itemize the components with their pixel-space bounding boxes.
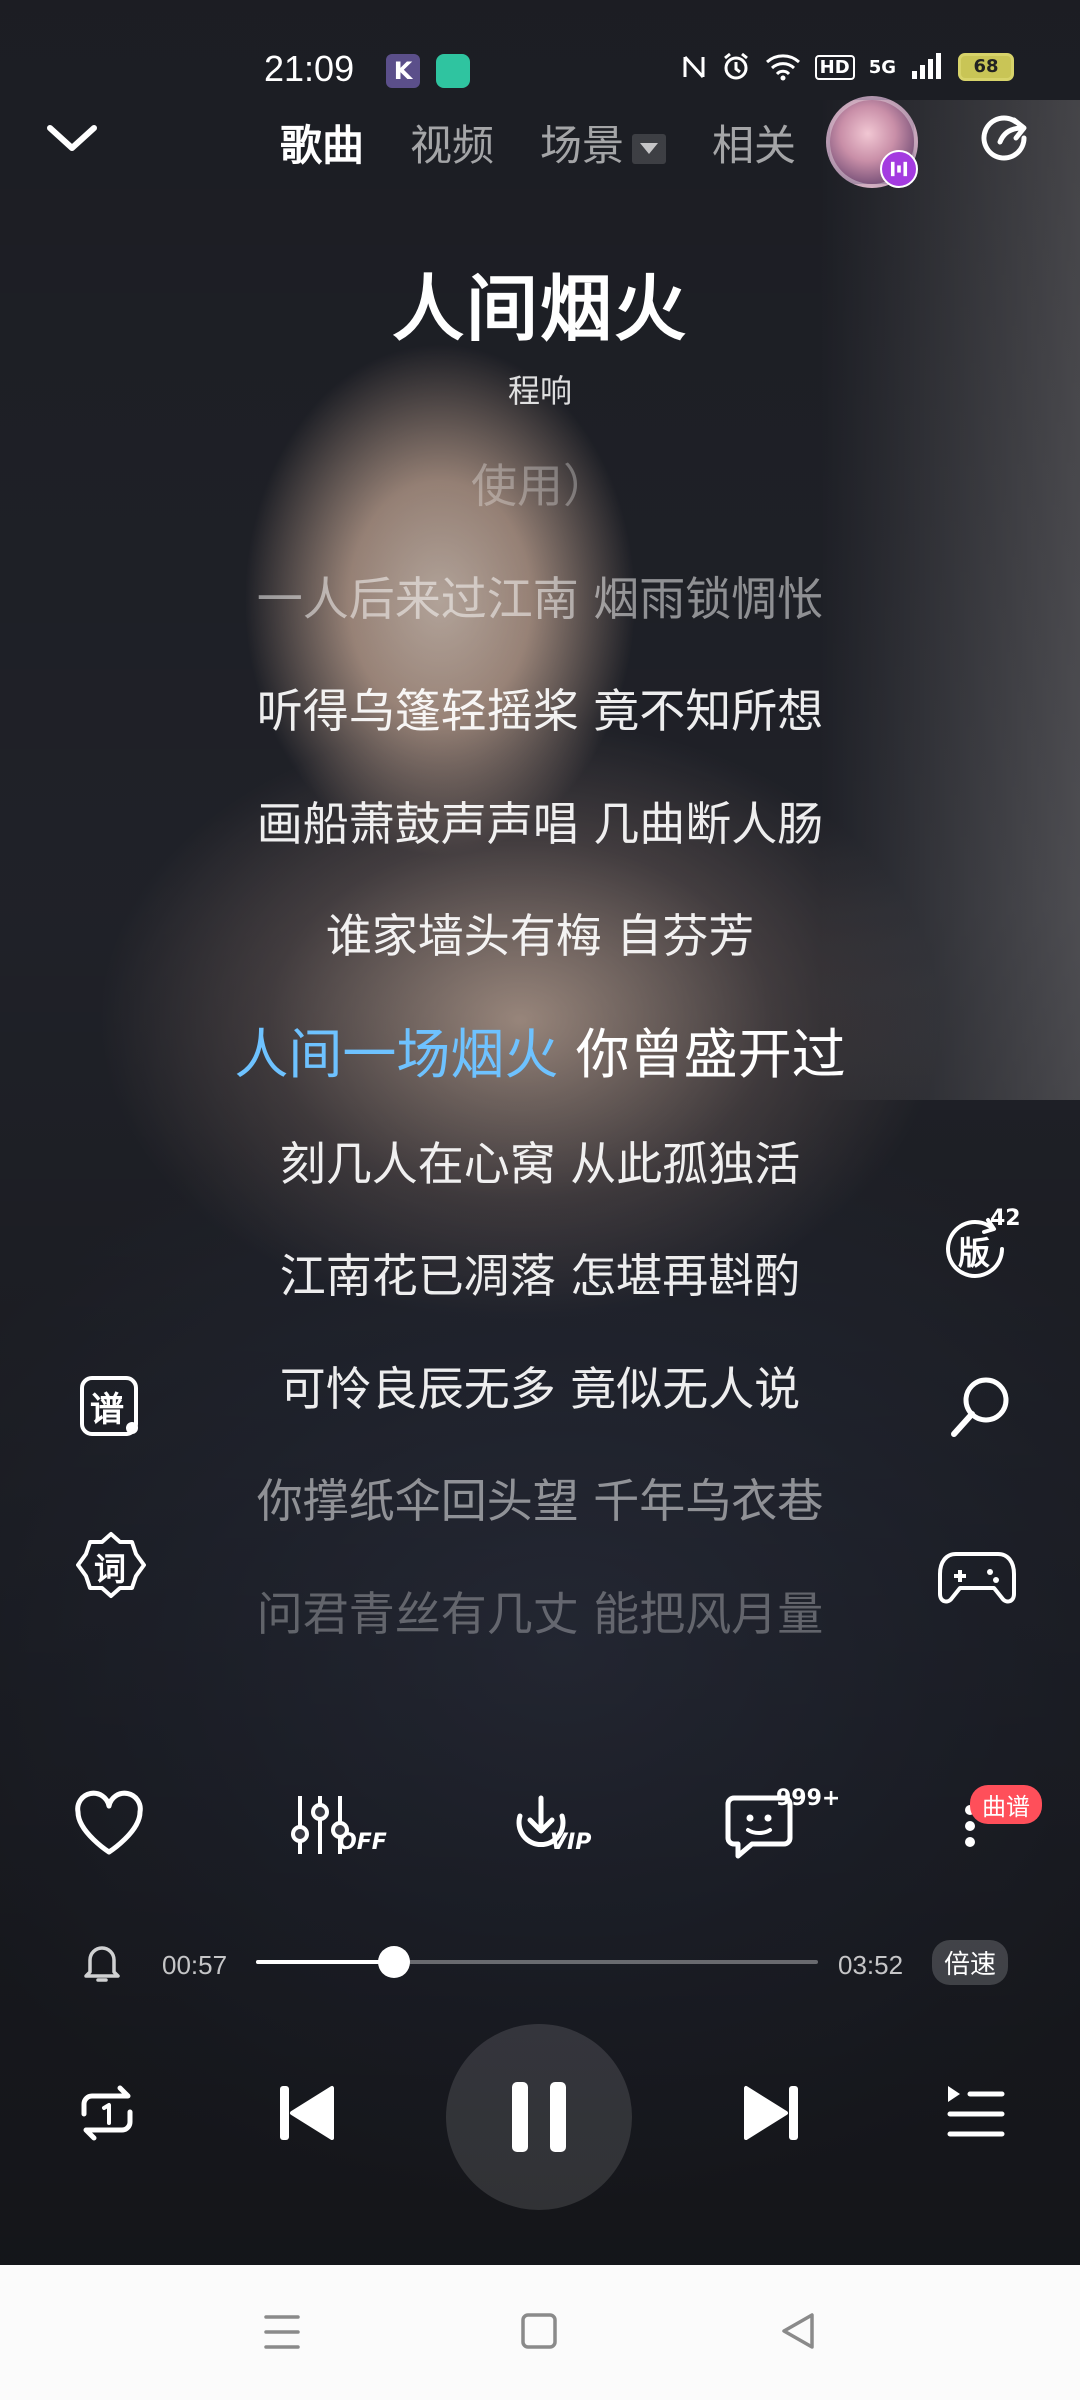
progress-knob[interactable] [378, 1946, 411, 1978]
tab-scene[interactable]: 场景 [540, 112, 667, 173]
hd-voice-icon: HD [814, 54, 855, 80]
back-icon[interactable] [778, 2311, 818, 2351]
collapse-chevron-icon[interactable] [44, 118, 100, 158]
home-icon[interactable] [520, 2311, 558, 2351]
progress-fill [256, 1960, 395, 1964]
comment-count-badge: 999+ [776, 1786, 841, 1811]
lyric-line: 问君青丝有几丈 能把风月量 [256, 1587, 824, 1641]
wifi-icon [765, 54, 800, 81]
score-label: 谱 [90, 1390, 124, 1430]
chat-app-notification-icon [436, 54, 470, 88]
lyric-line: 画船萧鼓声声唱 几曲断人肠 [256, 797, 824, 851]
score-button[interactable]: 谱 [76, 1372, 146, 1442]
share-icon[interactable] [976, 108, 1034, 166]
tab-related[interactable]: 相关 [712, 112, 796, 173]
lyric-line: 江南花已凋落 怎堪再斟酌 [279, 1249, 801, 1303]
sound-effect-button[interactable]: OFF [290, 1790, 387, 1860]
tab-video[interactable]: 视频 [410, 112, 494, 173]
score-red-badge: 曲谱 [970, 1785, 1042, 1824]
unsung-part: 你曾盛开过 [558, 1023, 846, 1086]
lyric-effect-button[interactable]: 词 [76, 1530, 146, 1600]
next-track-icon[interactable] [742, 2082, 802, 2144]
current-lyric-line: 人间一场烟火 你曾盛开过 [0, 1010, 1080, 1089]
tab-song[interactable]: 歌曲 [280, 112, 364, 173]
lyric-line: 使用） [471, 459, 609, 513]
lyric-line: 可怜良辰无多 竟似无人说 [279, 1362, 801, 1416]
sung-part: 人间一场烟火 [234, 1023, 559, 1086]
lyric-line: 听得乌篷轻摇桨 竟不知所想 [256, 684, 824, 738]
effect-off-label: OFF [338, 1830, 387, 1855]
lyric-line: 一人后来过江南 烟雨锁惆怅 [256, 572, 824, 626]
vip-label: VIP [550, 1830, 592, 1855]
battery-indicator: 68 [958, 53, 1014, 81]
progress-slider[interactable] [256, 1946, 818, 1978]
signal-icon [912, 53, 941, 79]
search-icon[interactable] [944, 1372, 1014, 1442]
playlist-icon[interactable] [944, 2082, 1006, 2142]
game-controller-icon[interactable] [938, 1540, 1016, 1610]
like-heart-icon[interactable] [72, 1790, 146, 1860]
song-title: 人间烟火 [391, 267, 688, 351]
lyric-line: 谁家墙头有梅 自芬芳 [325, 909, 755, 963]
network-type: 5G [868, 56, 896, 78]
header-tabs: 歌曲 视频 场景 相关 [280, 112, 796, 173]
status-bar: 21:09 K HD 5G 68 [0, 44, 1080, 100]
play-pause-button[interactable] [446, 2024, 632, 2210]
status-time: 21:09 [264, 48, 355, 89]
audio-badge-icon [880, 150, 918, 188]
tab-scene-label: 场景 [540, 121, 625, 170]
repeat-icon[interactable] [74, 2080, 140, 2146]
alarm-icon [723, 52, 748, 80]
lyric-line: 你撑纸伞回头望 千年乌衣巷 [256, 1474, 824, 1528]
lyric-effect-label: 词 [94, 1550, 127, 1588]
dropdown-arrow-icon [632, 133, 667, 164]
pause-icon [512, 2082, 566, 2152]
version-count-badge: 42 [990, 1206, 1021, 1231]
current-time: 00:57 [162, 1950, 228, 1980]
app-notification-icon: K [386, 54, 420, 88]
status-icons: HD 5G 68 [681, 52, 1014, 82]
system-nav-bar [0, 2265, 1080, 2400]
lyric-line: 刻几人在心窝 从此孤独活 [279, 1137, 801, 1191]
download-button[interactable]: VIP [506, 1790, 602, 1860]
bell-icon[interactable] [80, 1940, 124, 1984]
version-label: 版 [958, 1234, 991, 1272]
previous-track-icon[interactable] [276, 2082, 336, 2144]
nfc-icon [683, 55, 705, 79]
playback-speed-button[interactable]: 倍速 [932, 1940, 1009, 1985]
total-time: 03:52 [838, 1950, 904, 1980]
artist-name[interactable]: 程响 [0, 366, 1080, 412]
menu-icon[interactable] [262, 2313, 302, 2351]
